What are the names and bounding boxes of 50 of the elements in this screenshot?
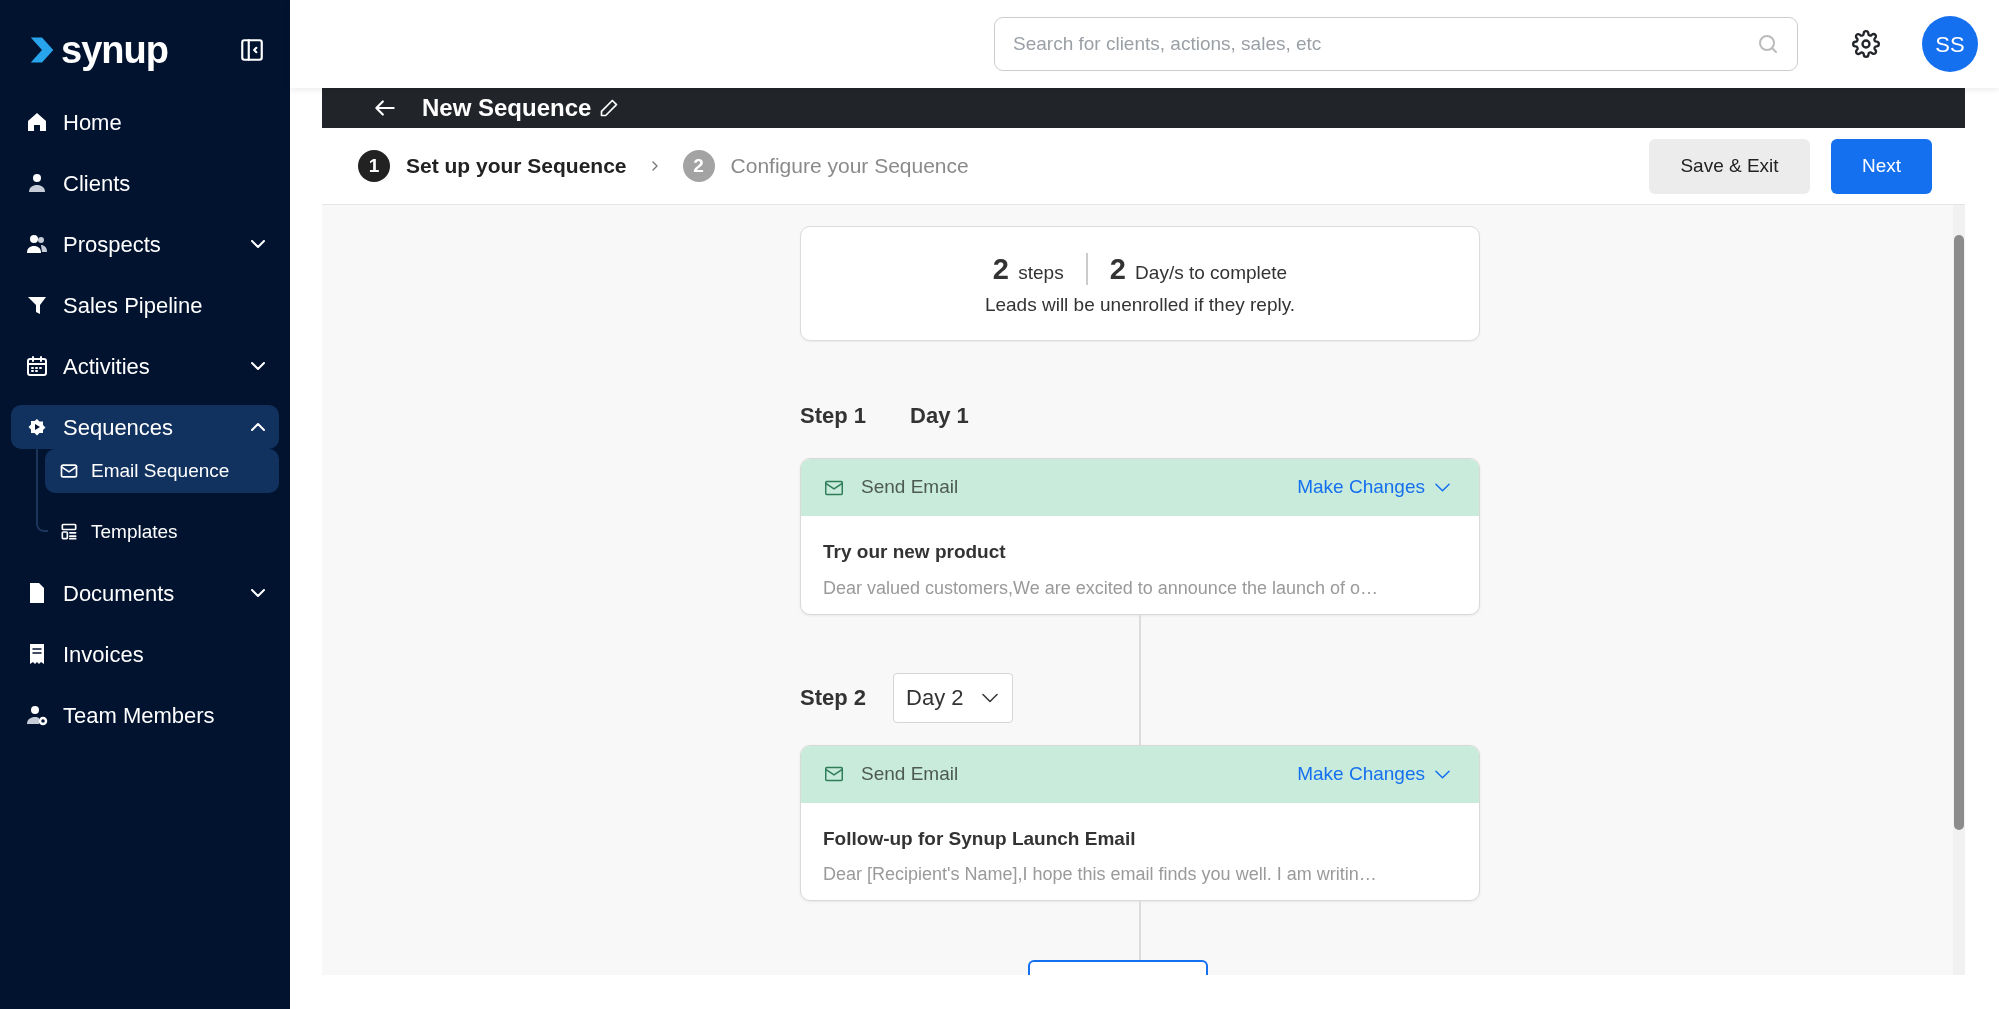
people-icon [25, 232, 49, 256]
next-button[interactable]: Next [1831, 138, 1932, 194]
sidebar-item[interactable]: Invoices [11, 632, 279, 676]
sidebar-item[interactable]: Team Members [11, 693, 279, 737]
step-number: 2 [682, 150, 715, 182]
sidebar-item[interactable]: Sequences [11, 405, 279, 449]
email-preview: Dear [Recipient's Name],I hope this email finds you well. I am writin… [823, 863, 1378, 886]
days-count-text: 2 Day/s to complete [1109, 251, 1288, 287]
email-subject: Follow-up for Synup Launch Email [823, 826, 1137, 851]
user-gear-icon [25, 703, 49, 727]
search-field[interactable]: Search for clients, actions, sales, etc [994, 17, 1798, 71]
layout-icon [59, 522, 79, 542]
sidebar-item[interactable]: Sales Pipeline [11, 283, 279, 327]
step-label: Configure your Sequence [730, 153, 969, 180]
chevron-down-icon [981, 692, 998, 703]
envelope-icon [59, 461, 79, 481]
sidebar-item[interactable]: Templates [45, 510, 279, 554]
steps-count-text: 2 steps [992, 251, 1064, 287]
step-label: Step 1 [800, 402, 867, 430]
step-number: 1 [358, 150, 390, 182]
make-changes-link[interactable]: Make Changes [1297, 473, 1450, 502]
step-label: Step 2 [800, 684, 867, 712]
search-icon [1756, 32, 1780, 56]
sidebar-toggle-icon[interactable] [239, 37, 265, 63]
email-action-label: Send Email [861, 475, 959, 500]
home-icon [25, 110, 49, 134]
sidebar-item[interactable]: Home [11, 100, 279, 144]
email-subject: Try our new product [823, 540, 1007, 564]
pencil-icon[interactable] [599, 98, 620, 118]
sidebar-item[interactable]: Prospects [11, 222, 279, 266]
unenroll-note: Leads will be unenrolled if they reply. [984, 293, 1296, 317]
day-dropdown[interactable]: Day 2 [893, 672, 1013, 723]
email-preview: Dear valued customers,We are excited to announce the launch of o… [823, 576, 1379, 600]
logo-text: synup [61, 27, 168, 73]
make-changes-link[interactable]: Make Changes [1297, 759, 1450, 789]
calendar-icon [25, 354, 49, 378]
settings-icon[interactable] [1852, 30, 1880, 58]
step-label: Set up your Sequence [406, 153, 627, 180]
scrollbar-thumb[interactable] [1954, 235, 1964, 830]
page-title: New Sequence [422, 93, 592, 123]
chevron-down-icon [1435, 483, 1450, 492]
sidebar-item[interactable]: Clients [11, 161, 279, 205]
email-action-label: Send Email [861, 761, 959, 786]
sidebar-item[interactable]: Email Sequence [45, 449, 279, 493]
chevron-down-icon [1435, 769, 1450, 779]
sidebar-item[interactable]: Documents [11, 571, 279, 615]
avatar[interactable]: SS [1922, 16, 1978, 72]
save-exit-button[interactable]: Save & Exit [1649, 138, 1810, 194]
day-label: Day 1 [910, 402, 969, 430]
sidebar-item[interactable]: Activities [11, 344, 279, 388]
